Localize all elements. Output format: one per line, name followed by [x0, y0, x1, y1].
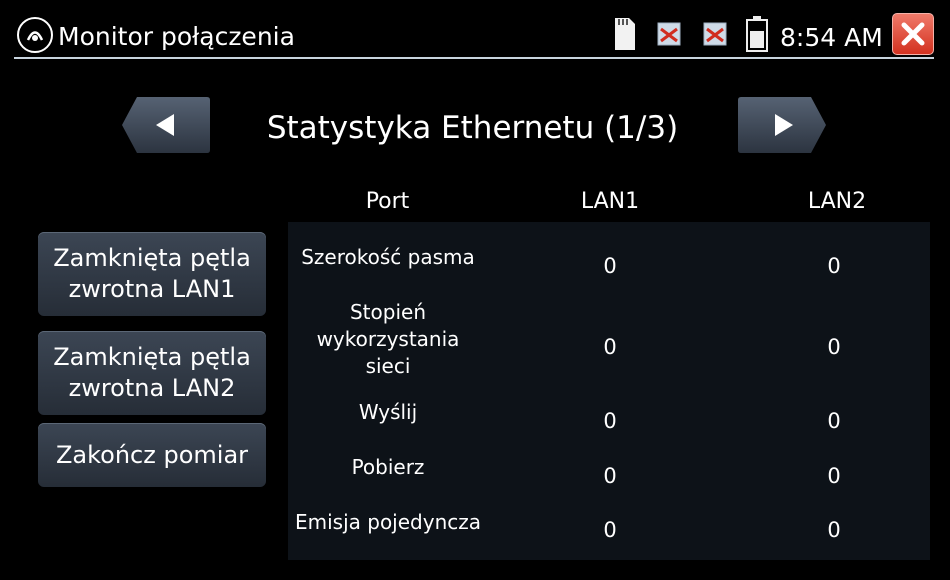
clock: 8:54 AM [780, 23, 883, 52]
row-label-unicast: Emisja pojedyncza [294, 510, 481, 534]
lan2-send-value: 0 [827, 409, 841, 433]
row-label-utilization: Stopień wykorzystania sieci [316, 300, 460, 378]
loopback-lan1-button[interactable]: Zamknięta pętla zwrotna LAN1 [38, 232, 266, 316]
column-header-lan2: LAN2 [807, 189, 867, 214]
loopback-lan2-button[interactable]: Zamknięta pętla zwrotna LAN2 [38, 331, 266, 415]
app-title: Monitor połączenia [58, 22, 295, 51]
lan2-bandwidth-value: 0 [827, 254, 841, 278]
column-header-lan1: LAN1 [580, 189, 640, 214]
page-title: Statystyka Ethernetu (1/3) [266, 110, 679, 146]
close-button[interactable] [892, 13, 934, 55]
network-disconnected-icon [657, 22, 681, 46]
lan1-receive-value: 0 [603, 464, 617, 488]
lan1-send-value: 0 [603, 409, 617, 433]
column-header-port: Port [365, 189, 410, 214]
lan1-bandwidth-value: 0 [603, 254, 617, 278]
status-bar: Monitor połączenia 8:54 AM [0, 0, 950, 59]
end-measurement-button[interactable]: Zakończ pomiar [38, 423, 266, 487]
lan1-utilization-value: 0 [603, 335, 617, 359]
lan1-unicast-value: 0 [603, 518, 617, 542]
previous-page-button[interactable] [121, 95, 211, 155]
lan2-unicast-value: 0 [827, 518, 841, 542]
close-icon [901, 22, 925, 46]
next-page-button[interactable] [737, 95, 827, 155]
network-disconnected-icon [703, 22, 727, 46]
header-divider [14, 57, 934, 59]
row-label-send: Wyślij [358, 400, 418, 424]
sd-card-icon [615, 18, 635, 50]
network-monitor-icon [17, 17, 53, 53]
row-label-bandwidth: Szerokość pasma [301, 245, 475, 269]
lan2-receive-value: 0 [827, 464, 841, 488]
row-label-receive: Pobierz [351, 455, 425, 479]
battery-icon [746, 16, 768, 52]
lan2-utilization-value: 0 [827, 335, 841, 359]
